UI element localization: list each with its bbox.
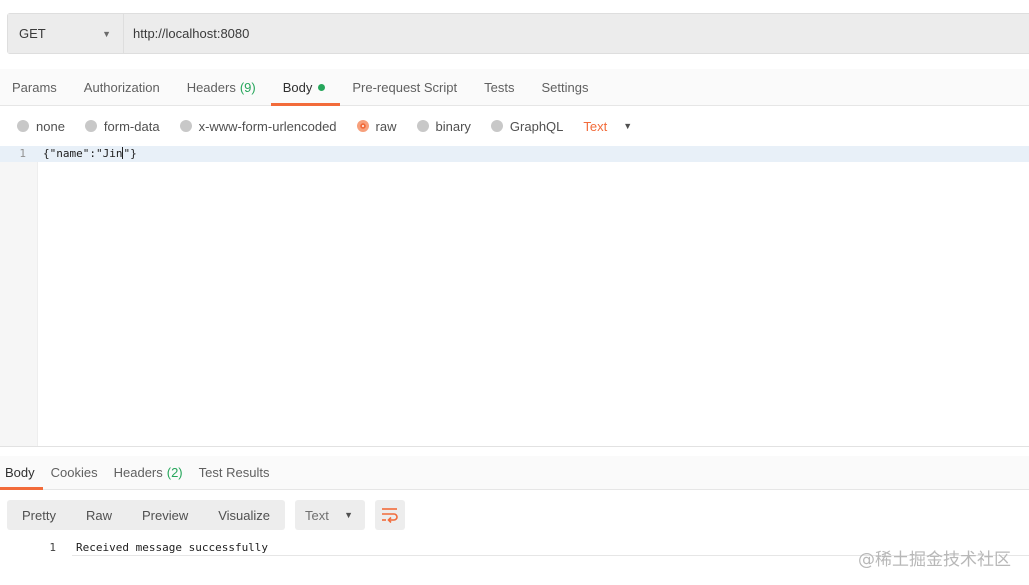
tab-label: Cookies <box>50 465 98 480</box>
chevron-down-icon: ▼ <box>344 510 354 520</box>
response-tabs: Body Cookies Headers (2) Test Results <box>0 456 1029 490</box>
tab-settings[interactable]: Settings <box>529 69 603 105</box>
resp-tab-headers[interactable]: Headers (2) <box>109 456 191 489</box>
tab-headers[interactable]: Headers (9) <box>175 69 271 105</box>
radio-label: GraphQL <box>509 118 564 134</box>
request-body-editor[interactable]: 1 {"name":"Jin"} <box>0 146 1029 447</box>
radio-label: binary <box>435 118 471 134</box>
editor-area <box>38 162 1029 446</box>
view-mode-group: Pretty Raw Preview Visualize <box>7 500 286 530</box>
radio-circle-icon <box>490 120 503 132</box>
tab-pre-request-script[interactable]: Pre-request Script <box>340 69 472 105</box>
line-number: 1 <box>19 147 26 160</box>
radio-graphql[interactable]: GraphQL <box>490 118 564 134</box>
code-text: "} <box>123 147 137 160</box>
radio-label: raw <box>375 118 397 134</box>
tab-label: Authorization <box>83 79 160 95</box>
chevron-down-icon: ▼ <box>623 121 633 131</box>
resp-tab-test-results[interactable]: Test Results <box>194 456 278 489</box>
format-label: Text <box>583 118 608 134</box>
active-line-highlight <box>0 146 1029 162</box>
tab-label: Test Results <box>198 465 270 480</box>
request-tabs: Params Authorization Headers (9) Body Pre… <box>0 69 1029 106</box>
code-text: {"name":"Jin <box>43 147 123 160</box>
method-select[interactable]: GET ▼ <box>8 14 124 53</box>
line-number: 1 <box>49 541 56 554</box>
tab-authorization[interactable]: Authorization <box>72 69 175 105</box>
radio-raw[interactable]: raw <box>356 118 397 134</box>
radio-checked-icon <box>356 120 369 132</box>
tab-label: Params <box>12 79 57 95</box>
wrap-lines-icon <box>382 508 398 523</box>
tab-body[interactable]: Body <box>270 69 341 106</box>
tab-label: Headers <box>113 465 163 480</box>
code-line: {"name":"Jin"} <box>43 147 137 160</box>
url-text: http://localhost:8080 <box>133 26 250 41</box>
headers-count: (2) <box>166 465 183 480</box>
response-text: Received message successfully <box>76 541 269 554</box>
tab-tests[interactable]: Tests <box>472 69 529 105</box>
body-indicator-dot-icon <box>318 83 326 91</box>
tab-label: Settings <box>541 79 589 95</box>
tab-label: Body <box>5 465 35 480</box>
line-gutter <box>0 146 38 446</box>
format-label: Text <box>305 507 329 523</box>
resp-tab-cookies[interactable]: Cookies <box>46 456 106 489</box>
wrap-lines-button[interactable] <box>375 500 406 530</box>
raw-button[interactable]: Raw <box>71 500 127 530</box>
chevron-down-icon: ▼ <box>102 28 111 39</box>
radio-binary[interactable]: binary <box>416 118 471 134</box>
body-type-selector: none form-data x-www-form-urlencoded raw… <box>0 106 1029 146</box>
tab-label: Body <box>282 79 313 95</box>
radio-circle-icon <box>84 120 97 132</box>
response-toolbar: Pretty Raw Preview Visualize Text ▼ <box>7 500 406 530</box>
visualize-button[interactable]: Visualize <box>203 500 285 530</box>
radio-circle-icon <box>416 120 429 132</box>
radio-form-data[interactable]: form-data <box>84 118 160 134</box>
headers-count: (9) <box>239 79 256 95</box>
watermark: @稀土掘金技术社区 <box>858 550 1011 570</box>
radio-circle-icon <box>17 120 29 132</box>
pretty-button[interactable]: Pretty <box>7 500 71 530</box>
radio-label: none <box>36 118 65 134</box>
url-input[interactable]: http://localhost:8080 <box>124 14 1029 53</box>
tab-label: Pre-request Script <box>352 79 458 95</box>
resp-tab-body[interactable]: Body <box>0 456 43 490</box>
tab-label: Headers <box>186 79 236 95</box>
radio-urlencoded[interactable]: x-www-form-urlencoded <box>179 118 337 134</box>
preview-button[interactable]: Preview <box>127 500 203 530</box>
tab-label: Tests <box>484 79 515 95</box>
radio-circle-icon <box>179 120 192 132</box>
response-format-select[interactable]: Text ▼ <box>295 500 366 530</box>
method-label: GET <box>19 26 46 41</box>
radio-none[interactable]: none <box>17 119 65 134</box>
radio-label: x-www-form-urlencoded <box>198 118 337 134</box>
radio-label: form-data <box>103 118 160 134</box>
tab-params[interactable]: Params <box>0 69 72 105</box>
request-url-bar: GET ▼ http://localhost:8080 <box>7 13 1029 54</box>
body-format-select[interactable]: Text ▼ <box>583 119 632 134</box>
